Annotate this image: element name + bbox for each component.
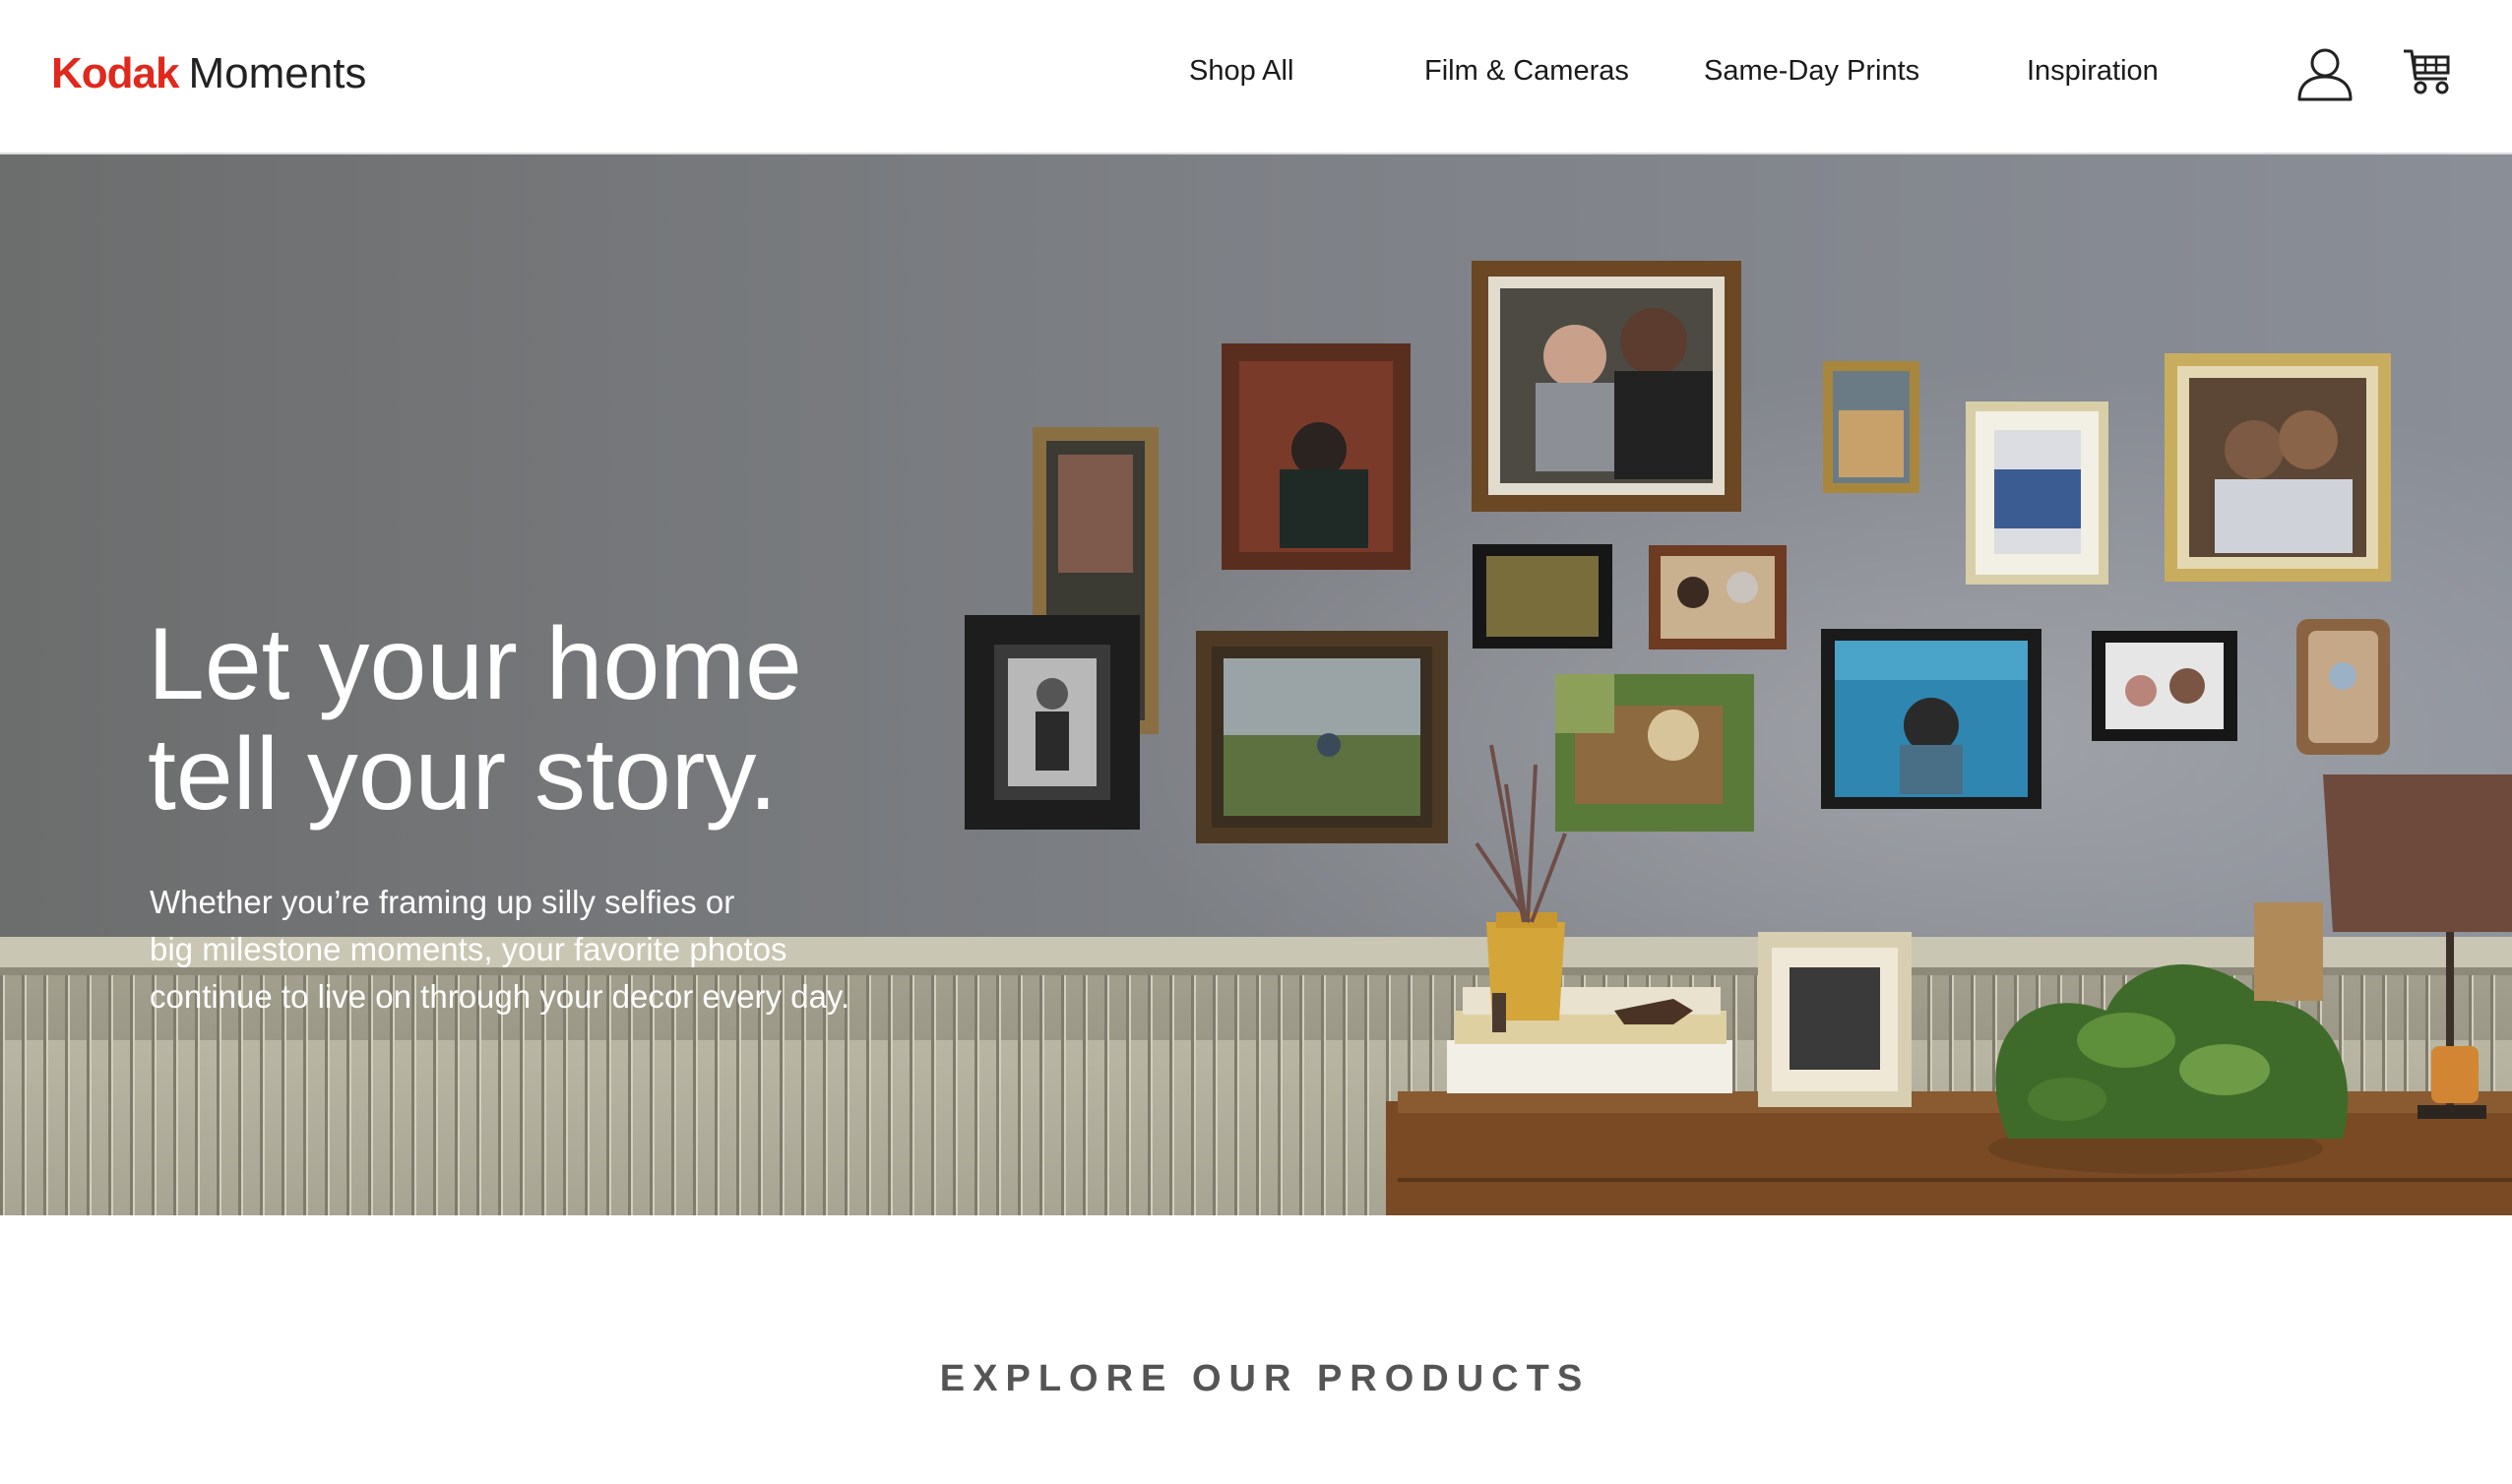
hero-description-line: big milestone moments, your favorite pho… [150, 931, 787, 967]
nav-shop-all[interactable]: Shop All [1189, 53, 1293, 89]
hero-banner: Let your home tell your story. Whether y… [0, 155, 2512, 1215]
hero-title-line: Let your home [148, 607, 802, 721]
shopping-cart-icon[interactable] [2402, 45, 2453, 101]
nav-film-cameras[interactable]: Film & Cameras [1424, 53, 1629, 89]
site-header: Kodak Moments Shop All Film & Cameras Sam… [0, 0, 2512, 155]
hero-description-line: Whether you’re framing up silly selfies … [150, 884, 735, 920]
kodak-moments-logo[interactable]: Kodak Moments [51, 47, 366, 100]
user-account-icon[interactable] [2295, 43, 2355, 107]
logo-brand: Kodak [51, 49, 179, 97]
hero-description-line: continue to live on through your decor e… [150, 978, 850, 1015]
logo-product: Moments [188, 49, 367, 97]
nav-same-day-prints[interactable]: Same-Day Prints [1704, 53, 1919, 89]
nav-inspiration[interactable]: Inspiration [2027, 53, 2159, 89]
explore-products-heading: EXPLORE OUR PRODUCTS [939, 1358, 1591, 1399]
hero-title-line: tell your story. [148, 717, 778, 832]
hero-title: Let your home tell your story. [148, 609, 1034, 830]
hero-description: Whether you’re framing up silly selfies … [150, 879, 1036, 1020]
